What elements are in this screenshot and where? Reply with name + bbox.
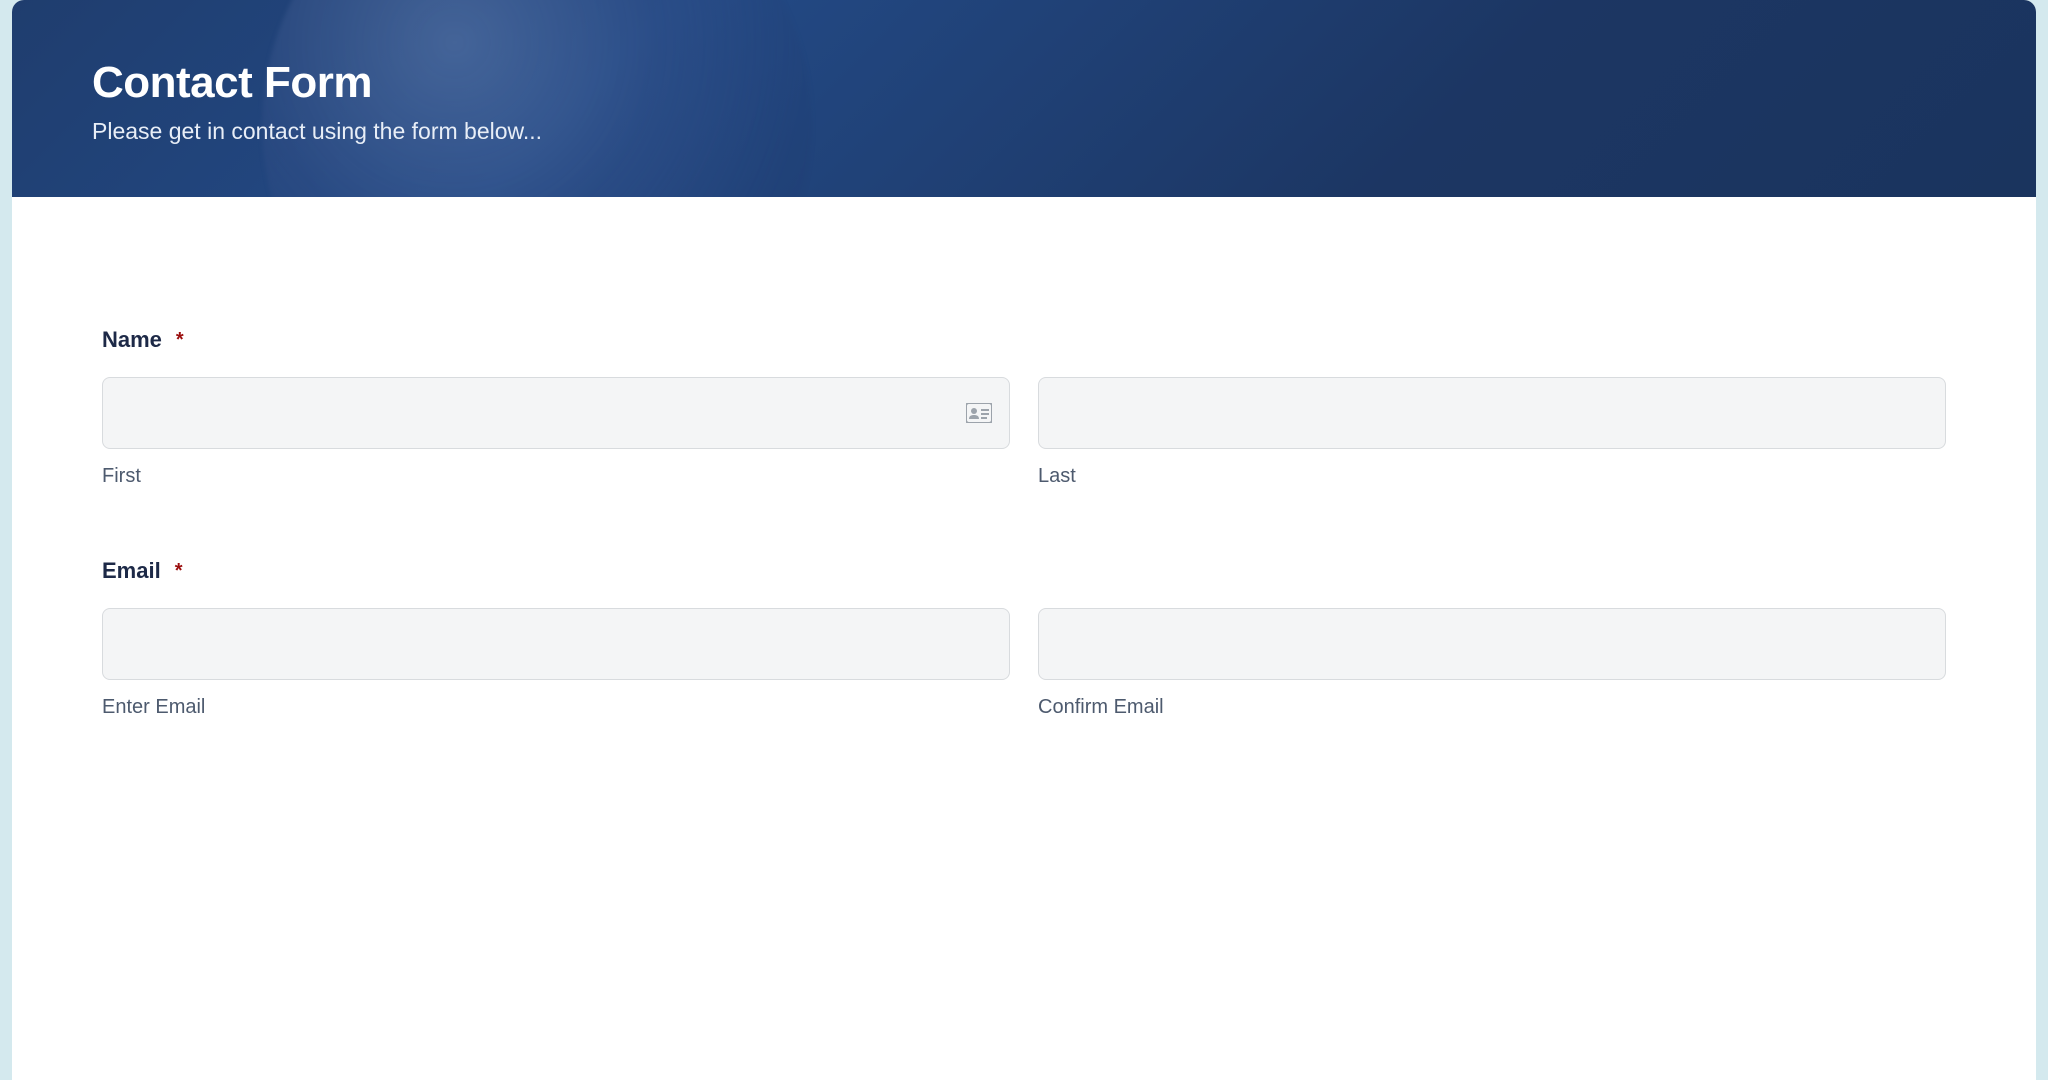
page-title: Contact Form: [92, 58, 1956, 108]
last-name-col: Last: [1038, 377, 1946, 488]
form-header: Contact Form Please get in contact using…: [12, 0, 2036, 197]
name-input-row: First Last: [102, 377, 1946, 488]
form-card: Contact Form Please get in contact using…: [12, 0, 2036, 1080]
name-field-group: Name *: [102, 327, 1946, 488]
id-card-icon: [966, 403, 992, 423]
page-subtitle: Please get in contact using the form bel…: [92, 118, 1956, 145]
first-name-sublabel: First: [102, 465, 1010, 488]
email-input-row: Enter Email Confirm Email: [102, 608, 1946, 719]
confirm-email-sublabel: Confirm Email: [1038, 696, 1946, 719]
email-field-group: Email * Enter Email Confirm Email: [102, 558, 1946, 719]
required-asterisk: *: [175, 560, 183, 583]
confirm-email-col: Confirm Email: [1038, 608, 1946, 719]
email-label-text: Email: [102, 558, 161, 584]
form-body: Name *: [12, 197, 2036, 849]
enter-email-sublabel: Enter Email: [102, 696, 1010, 719]
confirm-email-input[interactable]: [1038, 608, 1946, 680]
last-name-input[interactable]: [1038, 377, 1946, 449]
last-name-sublabel: Last: [1038, 465, 1946, 488]
first-name-input-wrap: [102, 377, 1010, 449]
enter-email-input[interactable]: [102, 608, 1010, 680]
name-field-label: Name *: [102, 327, 1946, 353]
email-field-label: Email *: [102, 558, 1946, 584]
first-name-col: First: [102, 377, 1010, 488]
name-label-text: Name: [102, 327, 162, 353]
first-name-input[interactable]: [102, 377, 1010, 449]
enter-email-col: Enter Email: [102, 608, 1010, 719]
required-asterisk: *: [176, 329, 184, 352]
